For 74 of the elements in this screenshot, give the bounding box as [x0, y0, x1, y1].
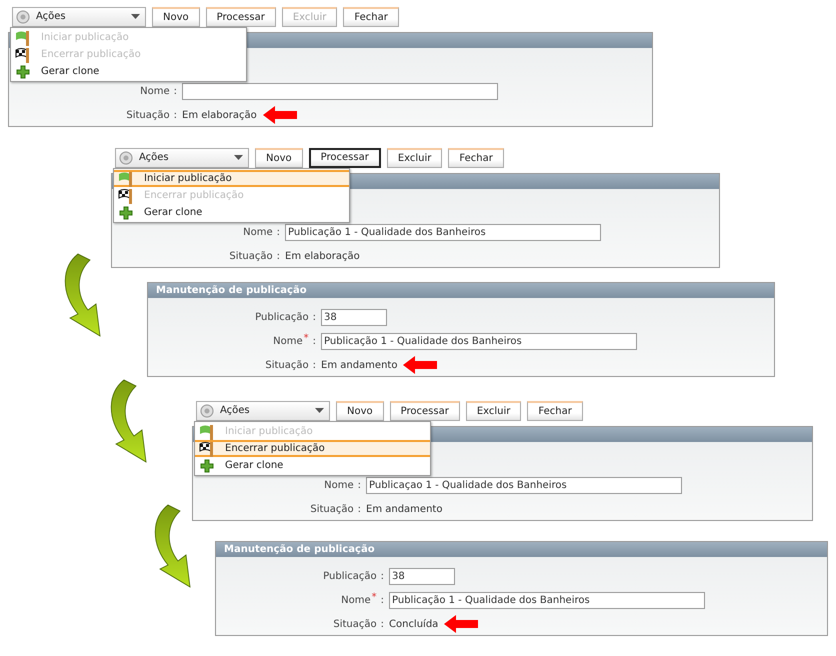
field-label: Situação — [229, 250, 273, 262]
colon: : — [312, 336, 316, 346]
toolbar-button[interactable]: Fechar — [527, 400, 583, 420]
field-label: Publicação — [255, 312, 309, 322]
toolbar-button[interactable]: Novo — [152, 6, 200, 26]
name-field[interactable]: Publicação 1 - Qualidade dos Banheiros — [285, 224, 601, 240]
number-field[interactable]: 38 — [321, 308, 387, 326]
colon: : — [174, 110, 177, 120]
menu-item[interactable]: Gerar clone — [11, 63, 246, 80]
colon: : — [380, 570, 384, 582]
field-label: Nome — [243, 226, 273, 238]
required-mark: * — [304, 332, 309, 344]
colon: : — [380, 618, 384, 630]
flag-icon — [15, 30, 31, 46]
colon: : — [380, 594, 384, 606]
toolbar-button[interactable]: Novo — [336, 400, 384, 420]
panel-header: Manutenção de publicação — [148, 283, 774, 298]
toolbar-button[interactable]: Fechar — [448, 148, 504, 168]
caret-icon — [131, 14, 140, 19]
status-text: Em andamento — [321, 360, 398, 370]
status-text: Em andamento — [366, 504, 442, 514]
flag-icon — [199, 424, 215, 440]
flag-icon — [118, 170, 134, 186]
status-text: Concluída — [389, 618, 438, 630]
colon: : — [174, 86, 177, 96]
checkered-flag-icon — [118, 188, 134, 204]
field-label: Publicação — [323, 570, 377, 582]
number-field[interactable]: 38 — [389, 568, 455, 584]
colon: : — [312, 360, 316, 370]
field-label: Situação — [126, 110, 170, 120]
field-label: Nome — [140, 86, 170, 96]
gear-icon — [16, 8, 30, 24]
colon: : — [276, 250, 280, 262]
field-label: Situação — [333, 618, 377, 630]
required-mark: * — [372, 592, 377, 602]
status-text: Em elaboração — [182, 110, 257, 120]
field-label: Nome — [273, 336, 303, 346]
gear-icon — [200, 402, 214, 418]
toolbar-button[interactable]: Novo — [255, 148, 303, 168]
actions-dropdown[interactable]: Ações — [115, 148, 249, 168]
name-field[interactable]: Publicaçao 1 - Qualidade dos Banheiros — [366, 476, 682, 494]
toolbar-button[interactable]: Processar — [390, 400, 460, 420]
menu-item[interactable]: Gerar clone — [114, 204, 349, 221]
menu-item[interactable]: Iniciar publicação — [114, 170, 349, 187]
colon: : — [358, 504, 361, 514]
toolbar-button[interactable]: Processar — [308, 148, 381, 168]
colon: : — [358, 480, 361, 490]
name-field[interactable]: Publicação 1 - Qualidade dos Banheiros — [321, 332, 637, 350]
caret-icon — [315, 408, 324, 413]
panel-header: Manutenção de publicação — [216, 542, 827, 557]
plus-icon — [118, 204, 134, 220]
plus-icon — [199, 458, 215, 474]
name-field[interactable] — [182, 82, 498, 100]
menu-item[interactable]: Encerrar publicação — [195, 440, 430, 457]
checkered-flag-icon — [15, 46, 31, 62]
plus-icon — [15, 64, 31, 80]
toolbar-button[interactable]: Excluir — [466, 400, 522, 420]
toolbar-button[interactable]: Processar — [206, 6, 276, 26]
toolbar-button[interactable]: Excluir — [386, 148, 442, 168]
checkered-flag-icon — [199, 440, 215, 456]
colon: : — [276, 226, 280, 238]
actions-dropdown[interactable]: Ações — [196, 400, 330, 420]
field-label: Nome — [324, 480, 354, 490]
toolbar-button[interactable]: Fechar — [343, 6, 399, 26]
gear-icon — [119, 150, 133, 166]
menu-item[interactable]: Gerar clone — [195, 457, 430, 474]
name-field[interactable]: Publicação 1 - Qualidade dos Banheiros — [389, 592, 705, 608]
actions-dropdown[interactable]: Ações — [12, 6, 146, 26]
colon: : — [312, 312, 316, 322]
caret-icon — [234, 155, 243, 160]
status-text: Em elaboração — [285, 250, 360, 262]
field-label: Situação — [310, 504, 354, 514]
field-label: Nome — [341, 594, 371, 606]
field-label: Situação — [265, 360, 309, 370]
